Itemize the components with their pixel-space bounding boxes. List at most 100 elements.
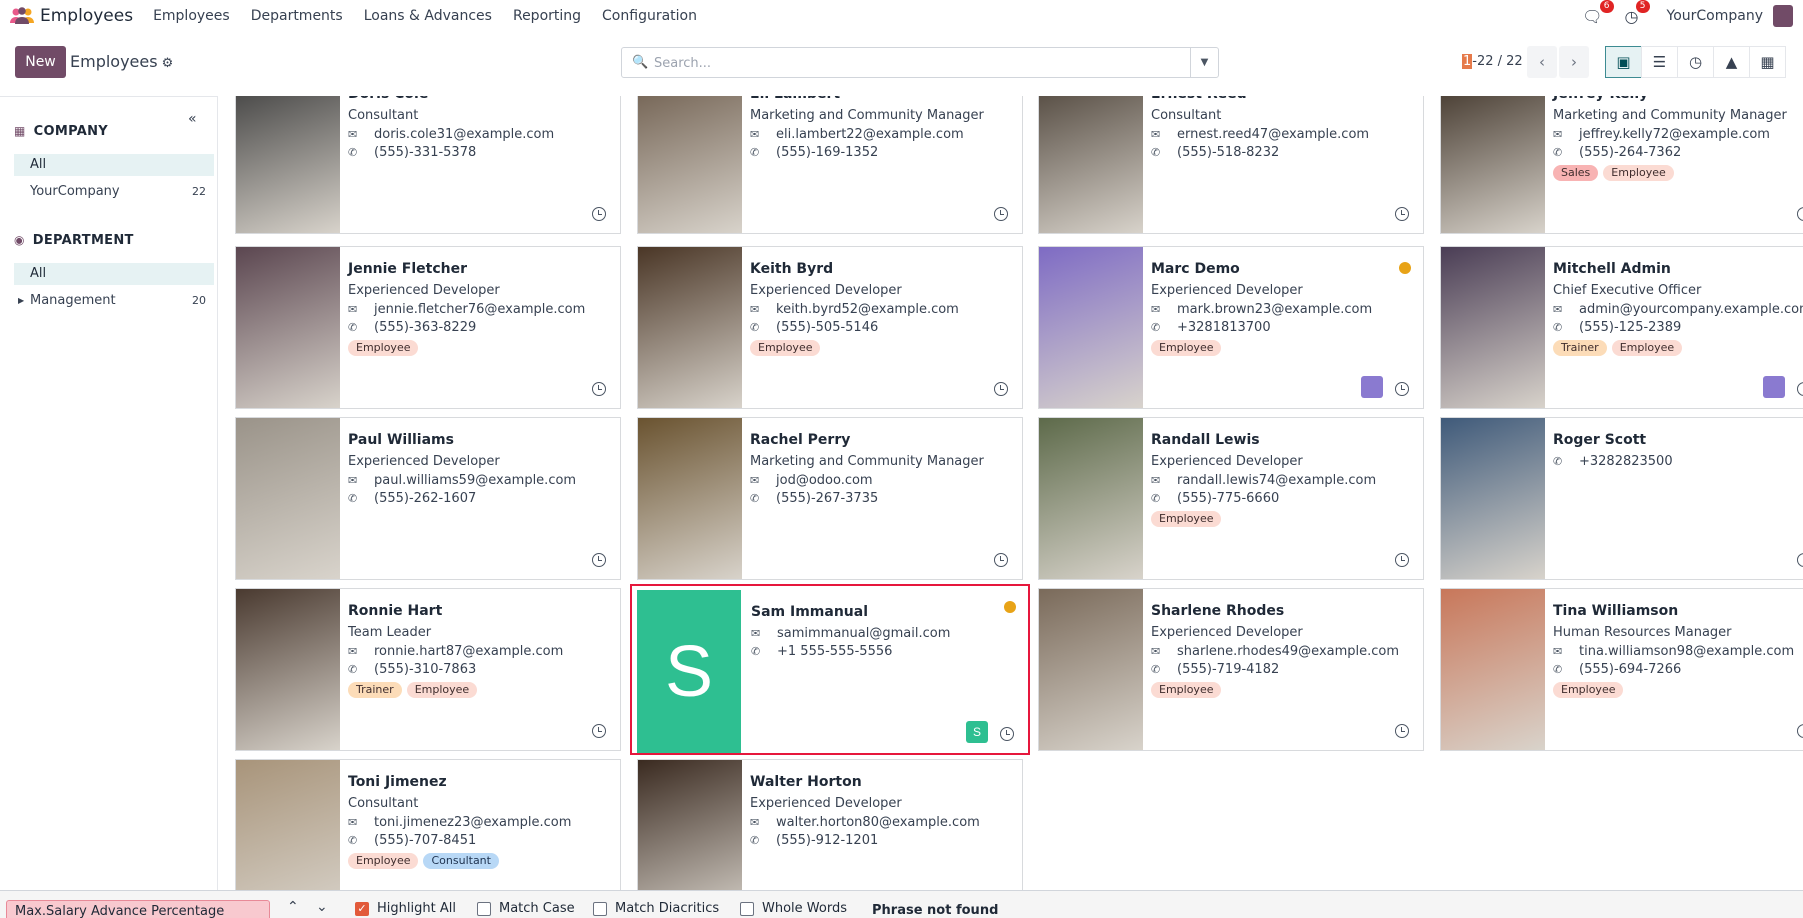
pager-value[interactable]: 1-22 / 22: [1462, 54, 1523, 69]
find-previous-icon[interactable]: ⌃: [287, 899, 299, 915]
employee-phone[interactable]: ✆ +1 555-555-5556: [751, 644, 892, 659]
employee-email[interactable]: ✉ jennie.fletcher76@example.com: [348, 302, 585, 317]
messages-icon[interactable]: 🗨 6: [1582, 0, 1614, 26]
menu-employees[interactable]: Employees: [153, 8, 230, 24]
employee-phone[interactable]: ✆ (555)-694-7266: [1553, 662, 1681, 677]
menu-departments[interactable]: Departments: [251, 8, 343, 24]
employee-card[interactable]: Ernest Reed Consultant ✉ ernest.reed47@exam…: [1038, 96, 1424, 234]
employee-phone[interactable]: ✆ +3281813700: [1151, 320, 1271, 335]
employee-email[interactable]: ✉ paul.williams59@example.com: [348, 473, 576, 488]
caret-right-icon[interactable]: ▶: [18, 290, 24, 312]
employee-email[interactable]: ✉ admin@yourcompany.example.com: [1553, 302, 1803, 317]
employee-phone[interactable]: ✆ (555)-912-1201: [750, 833, 878, 848]
employee-email[interactable]: ✉ toni.jimenez23@example.com: [348, 815, 571, 830]
employee-card[interactable]: Jeffrey Kelly Marketing and Community Man…: [1440, 96, 1803, 234]
pager-prev-button[interactable]: ‹: [1527, 46, 1557, 78]
list-view-button[interactable]: ☰: [1641, 46, 1678, 78]
employee-card[interactable]: Paul Williams Experienced Developer ✉ paul.…: [235, 417, 621, 580]
search-options-toggle[interactable]: ▼: [1190, 48, 1218, 77]
activity-clock-icon[interactable]: [1000, 727, 1014, 741]
employee-card[interactable]: Keith Byrd Experienced Developer ✉ keith.by…: [637, 246, 1023, 409]
employee-email[interactable]: ✉ doris.cole31@example.com: [348, 127, 554, 142]
activity-clock-icon[interactable]: [1395, 207, 1409, 221]
employee-phone[interactable]: ✆ (555)-719-4182: [1151, 662, 1279, 677]
match-case-checkbox[interactable]: Match Case: [477, 901, 575, 916]
employee-card[interactable]: S Sam Immanual ✉ samimmanual@gmail.com ✆ +1 5…: [630, 584, 1030, 755]
employee-card[interactable]: Roger Scott ✆ +3282823500: [1440, 417, 1803, 580]
employee-email[interactable]: ✉ samimmanual@gmail.com: [751, 626, 950, 641]
employee-phone[interactable]: ✆ (555)-169-1352: [750, 145, 878, 160]
employee-email[interactable]: ✉ tina.williamson98@example.com: [1553, 644, 1794, 659]
employee-email[interactable]: ✉ sharlene.rhodes49@example.com: [1151, 644, 1399, 659]
activity-clock-icon[interactable]: [1395, 553, 1409, 567]
whole-words-checkbox[interactable]: Whole Words: [740, 901, 847, 916]
activity-clock-icon[interactable]: [994, 207, 1008, 221]
user-avatar-small[interactable]: S: [966, 721, 988, 743]
activity-clock-icon[interactable]: [592, 207, 606, 221]
employee-card[interactable]: Doris Cole Consultant ✉ doris.cole31@exampl…: [235, 96, 621, 234]
department-filter-management[interactable]: ▶ Management 20: [14, 290, 214, 312]
employee-phone[interactable]: ✆ (555)-331-5378: [348, 145, 476, 160]
employee-phone[interactable]: ✆ (555)-363-8229: [348, 320, 476, 335]
employee-email[interactable]: ✉ keith.byrd52@example.com: [750, 302, 959, 317]
employee-email[interactable]: ✉ jeffrey.kelly72@example.com: [1553, 127, 1770, 142]
employee-email[interactable]: ✉ eli.lambert22@example.com: [750, 127, 964, 142]
activity-clock-icon[interactable]: [592, 724, 606, 738]
pager-next-button[interactable]: ›: [1559, 46, 1589, 78]
menu-loans-advances[interactable]: Loans & Advances: [364, 8, 492, 24]
find-input[interactable]: [6, 900, 270, 918]
employee-phone[interactable]: ✆ (555)-262-1607: [348, 491, 476, 506]
employee-card[interactable]: Eli Lambert Marketing and Community Manag…: [637, 96, 1023, 234]
company-switcher[interactable]: YourCompany: [1667, 8, 1764, 24]
employee-phone[interactable]: ✆ (555)-310-7863: [348, 662, 476, 677]
employee-card[interactable]: Ronnie Hart Team Leader ✉ ronnie.hart87@exa…: [235, 588, 621, 751]
gear-icon[interactable]: ⚙: [162, 56, 174, 71]
menu-configuration[interactable]: Configuration: [602, 8, 697, 24]
match-diacritics-checkbox[interactable]: Match Diacritics: [593, 901, 719, 916]
employee-phone[interactable]: ✆ (555)-505-5146: [750, 320, 878, 335]
company-filter-yourcompany[interactable]: YourCompany 22: [14, 181, 214, 203]
department-filter-all[interactable]: All: [14, 263, 214, 285]
employee-card[interactable]: Mitchell Admin Chief Executive Officer ✉ ad…: [1440, 246, 1803, 409]
employee-phone[interactable]: ✆ (555)-264-7362: [1553, 145, 1681, 160]
activity-clock-icon[interactable]: [592, 382, 606, 396]
menu-reporting[interactable]: Reporting: [513, 8, 581, 24]
activity-clock-icon[interactable]: [1395, 382, 1409, 396]
employee-phone[interactable]: ✆ (555)-707-8451: [348, 833, 476, 848]
employee-email[interactable]: ✉ randall.lewis74@example.com: [1151, 473, 1376, 488]
new-button[interactable]: New: [15, 46, 66, 78]
employee-card[interactable]: Toni Jimenez Consultant ✉ toni.jimenez23@ex…: [235, 759, 621, 890]
activity-clock-icon[interactable]: [994, 382, 1008, 396]
collapse-panel-icon[interactable]: «: [188, 111, 197, 127]
employee-phone[interactable]: ✆ +3282823500: [1553, 454, 1673, 469]
activity-view-button[interactable]: ◷: [1677, 46, 1714, 78]
activities-icon[interactable]: ◷ 5: [1625, 0, 1650, 26]
employee-card[interactable]: Marc Demo Experienced Developer ✉ mark.brow…: [1038, 246, 1424, 409]
employee-email[interactable]: ✉ walter.horton80@example.com: [750, 815, 980, 830]
user-avatar[interactable]: [1773, 5, 1793, 27]
user-avatar-small[interactable]: [1361, 376, 1383, 398]
activity-clock-icon[interactable]: [592, 553, 606, 567]
activity-clock-icon[interactable]: [1395, 724, 1409, 738]
search-input[interactable]: [654, 53, 1174, 73]
employee-phone[interactable]: ✆ (555)-267-3735: [750, 491, 878, 506]
employee-card[interactable]: Rachel Perry Marketing and Community Mana…: [637, 417, 1023, 580]
employee-phone[interactable]: ✆ (555)-518-8232: [1151, 145, 1279, 160]
find-next-icon[interactable]: ⌄: [316, 899, 328, 915]
employee-card[interactable]: Tina Williamson Human Resources Manager ✉ t…: [1440, 588, 1803, 751]
employee-card[interactable]: Sharlene Rhodes Experienced Developer ✉ sha…: [1038, 588, 1424, 751]
user-avatar-small[interactable]: [1763, 376, 1785, 398]
employee-email[interactable]: ✉ jod@odoo.com: [750, 473, 873, 488]
app-brand[interactable]: Employees: [10, 6, 133, 26]
kanban-view-button[interactable]: ▣: [1605, 46, 1642, 78]
employee-phone[interactable]: ✆ (555)-775-6660: [1151, 491, 1279, 506]
employee-card[interactable]: Randall Lewis Experienced Developer ✉ randa…: [1038, 417, 1424, 580]
employee-phone[interactable]: ✆ (555)-125-2389: [1553, 320, 1681, 335]
graph-view-button[interactable]: ▲: [1713, 46, 1750, 78]
company-filter-all[interactable]: All: [14, 154, 214, 176]
pivot-view-button[interactable]: ▦: [1749, 46, 1786, 78]
employee-card[interactable]: Walter Horton Experienced Developer ✉ walte…: [637, 759, 1023, 890]
employee-email[interactable]: ✉ ernest.reed47@example.com: [1151, 127, 1369, 142]
employee-card[interactable]: Jennie Fletcher Experienced Developer ✉ jen…: [235, 246, 621, 409]
employee-email[interactable]: ✉ ronnie.hart87@example.com: [348, 644, 563, 659]
